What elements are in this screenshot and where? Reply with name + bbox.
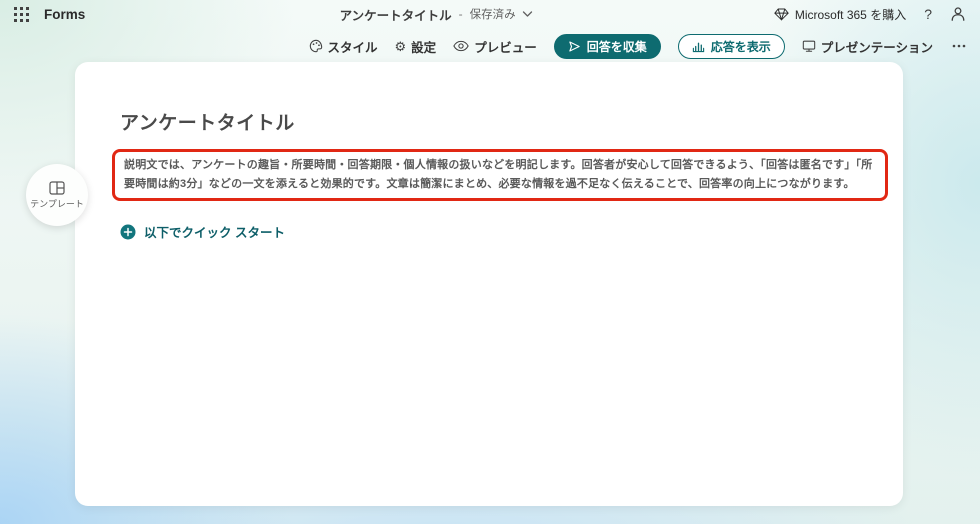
buy-microsoft365-button[interactable]: Microsoft 365 を購入: [774, 6, 906, 23]
gear-icon: ⚙: [394, 38, 407, 54]
waffle-grid-icon: [14, 6, 29, 22]
preview-button[interactable]: プレビュー: [453, 37, 537, 56]
gem-icon: [774, 8, 789, 21]
document-title-bar[interactable]: アンケートタイトル - 保存済み: [340, 0, 533, 28]
bar-chart-icon: [692, 42, 704, 52]
document-title[interactable]: アンケートタイトル: [340, 5, 452, 24]
buy-label: Microsoft 365 を購入: [794, 7, 907, 22]
template-icon: [49, 180, 65, 195]
form-editor-card: アンケートタイトル 説明文では、アンケートの趣旨・所要時間・回答期限・個人情報の…: [75, 62, 903, 506]
collect-responses-label: 回答を収集: [586, 39, 647, 54]
eye-icon: [453, 40, 469, 52]
help-button[interactable]: ?: [924, 6, 932, 22]
presentation-button[interactable]: プレゼンテーション: [802, 37, 933, 56]
quick-start-button[interactable]: 以下でクイック スタート: [120, 222, 285, 241]
style-label: スタイル: [327, 40, 378, 55]
settings-button[interactable]: ⚙ 設定: [395, 37, 437, 56]
app-name: Forms: [44, 6, 86, 22]
saved-status: 保存済み: [469, 9, 516, 21]
form-toolbar: スタイル ⚙ 設定 プレビュー 回答を収集 応答を表示 プレゼンテーション: [309, 33, 969, 59]
settings-label: 設定: [411, 40, 437, 55]
form-description-text: 説明文では、アンケートの趣旨・所要時間・回答期限・個人情報の扱いなどを明記します…: [124, 159, 873, 190]
more-options-button[interactable]: [950, 42, 968, 50]
collect-responses-button[interactable]: 回答を収集: [553, 33, 661, 59]
form-title-field[interactable]: アンケートタイトル: [120, 108, 888, 135]
chevron-down-icon[interactable]: [522, 11, 533, 17]
account-person-icon[interactable]: [950, 6, 966, 22]
title-separator: -: [458, 7, 463, 21]
more-ellipsis-icon: [952, 44, 966, 48]
template-label: テンプレート: [30, 198, 84, 209]
plus-circle-icon: [120, 224, 136, 239]
style-button[interactable]: スタイル: [309, 37, 378, 56]
app-launcher-icon[interactable]: [14, 6, 30, 22]
view-responses-button[interactable]: 応答を表示: [677, 33, 785, 59]
template-button[interactable]: テンプレート: [26, 164, 88, 226]
send-icon: [569, 40, 580, 52]
form-description-field[interactable]: 説明文では、アンケートの趣旨・所要時間・回答期限・個人情報の扱いなどを明記します…: [112, 149, 888, 201]
palette-icon: [309, 39, 322, 53]
top-header: Forms アンケートタイトル - 保存済み Microsoft 365 を購入…: [0, 0, 980, 28]
preview-label: プレビュー: [474, 40, 537, 55]
quick-start-label: 以下でクイック スタート: [144, 226, 285, 240]
monitor-icon: [802, 40, 815, 52]
presentation-label: プレゼンテーション: [820, 40, 933, 55]
view-responses-label: 応答を表示: [710, 39, 771, 54]
